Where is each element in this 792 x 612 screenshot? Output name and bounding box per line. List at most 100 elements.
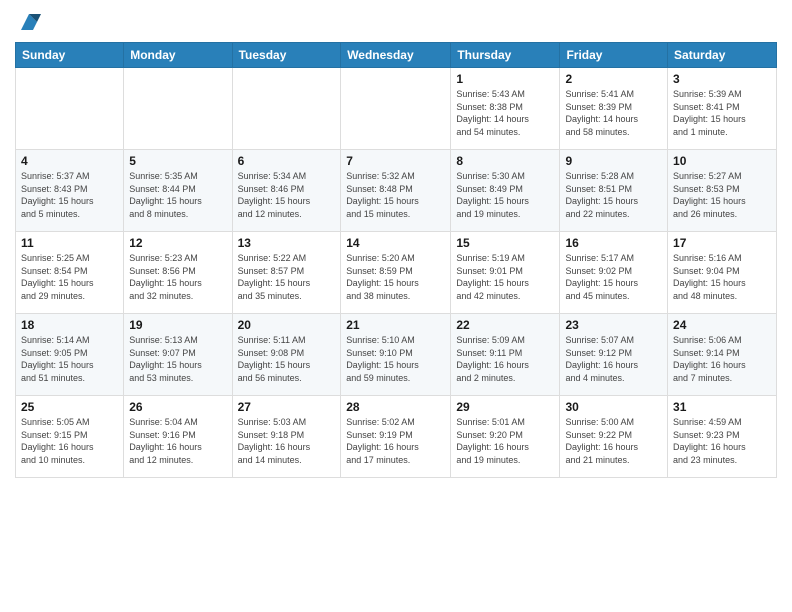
day-header-thursday: Thursday	[451, 43, 560, 68]
day-info: Sunrise: 5:14 AMSunset: 9:05 PMDaylight:…	[21, 334, 118, 384]
day-number: 8	[456, 154, 554, 168]
calendar-table: SundayMondayTuesdayWednesdayThursdayFrid…	[15, 42, 777, 478]
day-info: Sunrise: 5:00 AMSunset: 9:22 PMDaylight:…	[565, 416, 662, 466]
day-number: 28	[346, 400, 445, 414]
calendar-cell: 6 Sunrise: 5:34 AMSunset: 8:46 PMDaylight…	[232, 150, 341, 232]
day-info: Sunrise: 5:34 AMSunset: 8:46 PMDaylight:…	[238, 170, 336, 220]
day-number: 10	[673, 154, 771, 168]
day-number: 5	[129, 154, 226, 168]
calendar-cell	[341, 68, 451, 150]
day-number: 14	[346, 236, 445, 250]
day-number: 22	[456, 318, 554, 332]
logo	[15, 10, 41, 34]
calendar-cell: 17Sunrise: 5:16 AMSunset: 9:04 PMDayligh…	[668, 232, 777, 314]
day-info: Sunrise: 5:22 AMSunset: 8:57 PMDaylight:…	[238, 252, 336, 302]
calendar-cell	[16, 68, 124, 150]
day-header-sunday: Sunday	[16, 43, 124, 68]
day-header-wednesday: Wednesday	[341, 43, 451, 68]
day-number: 12	[129, 236, 226, 250]
day-info: Sunrise: 5:16 AMSunset: 9:04 PMDaylight:…	[673, 252, 771, 302]
day-number: 26	[129, 400, 226, 414]
day-number: 20	[238, 318, 336, 332]
calendar-cell: 27Sunrise: 5:03 AMSunset: 9:18 PMDayligh…	[232, 396, 341, 478]
day-info: Sunrise: 5:17 AMSunset: 9:02 PMDaylight:…	[565, 252, 662, 302]
calendar-cell: 15 Sunrise: 5:19 AMSunset: 9:01 PMDayligh…	[451, 232, 560, 314]
calendar-cell: 26 Sunrise: 5:04 AMSunset: 9:16 PMDayligh…	[124, 396, 232, 478]
day-info: Sunrise: 5:25 AMSunset: 8:54 PMDaylight:…	[21, 252, 118, 302]
day-info: Sunrise: 5:39 AMSunset: 8:41 PMDaylight:…	[673, 88, 771, 138]
day-number: 13	[238, 236, 336, 250]
calendar-cell: 18 Sunrise: 5:14 AMSunset: 9:05 PMDayligh…	[16, 314, 124, 396]
calendar-cell: 31Sunrise: 4:59 AMSunset: 9:23 PMDayligh…	[668, 396, 777, 478]
day-number: 2	[565, 72, 662, 86]
day-info: Sunrise: 5:07 AMSunset: 9:12 PMDaylight:…	[565, 334, 662, 384]
calendar-cell: 2Sunrise: 5:41 AMSunset: 8:39 PMDaylight…	[560, 68, 668, 150]
calendar-week-1: 1 Sunrise: 5:43 AMSunset: 8:38 PMDaylight…	[16, 68, 777, 150]
day-number: 16	[565, 236, 662, 250]
calendar-cell: 3 Sunrise: 5:39 AMSunset: 8:41 PMDaylight…	[668, 68, 777, 150]
day-number: 15	[456, 236, 554, 250]
calendar-cell: 9Sunrise: 5:28 AMSunset: 8:51 PMDaylight…	[560, 150, 668, 232]
day-number: 9	[565, 154, 662, 168]
calendar-cell	[232, 68, 341, 150]
day-number: 25	[21, 400, 118, 414]
day-info: Sunrise: 5:23 AMSunset: 8:56 PMDaylight:…	[129, 252, 226, 302]
day-number: 30	[565, 400, 662, 414]
calendar-cell: 22 Sunrise: 5:09 AMSunset: 9:11 PMDayligh…	[451, 314, 560, 396]
day-info: Sunrise: 5:20 AMSunset: 8:59 PMDaylight:…	[346, 252, 445, 302]
calendar-cell: 29Sunrise: 5:01 AMSunset: 9:20 PMDayligh…	[451, 396, 560, 478]
day-info: Sunrise: 5:13 AMSunset: 9:07 PMDaylight:…	[129, 334, 226, 384]
header	[15, 10, 777, 34]
calendar-cell: 13 Sunrise: 5:22 AMSunset: 8:57 PMDayligh…	[232, 232, 341, 314]
calendar-cell: 11 Sunrise: 5:25 AMSunset: 8:54 PMDayligh…	[16, 232, 124, 314]
day-header-friday: Friday	[560, 43, 668, 68]
calendar-header-row: SundayMondayTuesdayWednesdayThursdayFrid…	[16, 43, 777, 68]
calendar-cell	[124, 68, 232, 150]
calendar-cell: 8 Sunrise: 5:30 AMSunset: 8:49 PMDaylight…	[451, 150, 560, 232]
day-header-monday: Monday	[124, 43, 232, 68]
calendar-cell: 10 Sunrise: 5:27 AMSunset: 8:53 PMDayligh…	[668, 150, 777, 232]
day-info: Sunrise: 5:32 AMSunset: 8:48 PMDaylight:…	[346, 170, 445, 220]
calendar-cell: 12 Sunrise: 5:23 AMSunset: 8:56 PMDayligh…	[124, 232, 232, 314]
day-number: 4	[21, 154, 118, 168]
calendar-week-3: 11 Sunrise: 5:25 AMSunset: 8:54 PMDayligh…	[16, 232, 777, 314]
calendar-week-5: 25 Sunrise: 5:05 AMSunset: 9:15 PMDayligh…	[16, 396, 777, 478]
logo-icon	[17, 10, 41, 34]
calendar-week-4: 18 Sunrise: 5:14 AMSunset: 9:05 PMDayligh…	[16, 314, 777, 396]
day-number: 24	[673, 318, 771, 332]
day-number: 1	[456, 72, 554, 86]
calendar-cell: 1 Sunrise: 5:43 AMSunset: 8:38 PMDaylight…	[451, 68, 560, 150]
day-info: Sunrise: 4:59 AMSunset: 9:23 PMDaylight:…	[673, 416, 771, 466]
calendar-cell: 21Sunrise: 5:10 AMSunset: 9:10 PMDayligh…	[341, 314, 451, 396]
calendar-cell: 30 Sunrise: 5:00 AMSunset: 9:22 PMDayligh…	[560, 396, 668, 478]
day-info: Sunrise: 5:09 AMSunset: 9:11 PMDaylight:…	[456, 334, 554, 384]
calendar-cell: 28 Sunrise: 5:02 AMSunset: 9:19 PMDayligh…	[341, 396, 451, 478]
day-info: Sunrise: 5:27 AMSunset: 8:53 PMDaylight:…	[673, 170, 771, 220]
calendar-cell: 25 Sunrise: 5:05 AMSunset: 9:15 PMDayligh…	[16, 396, 124, 478]
day-number: 23	[565, 318, 662, 332]
day-info: Sunrise: 5:19 AMSunset: 9:01 PMDaylight:…	[456, 252, 554, 302]
day-info: Sunrise: 5:30 AMSunset: 8:49 PMDaylight:…	[456, 170, 554, 220]
day-info: Sunrise: 5:01 AMSunset: 9:20 PMDaylight:…	[456, 416, 554, 466]
day-info: Sunrise: 5:05 AMSunset: 9:15 PMDaylight:…	[21, 416, 118, 466]
calendar-cell: 7 Sunrise: 5:32 AMSunset: 8:48 PMDaylight…	[341, 150, 451, 232]
calendar-cell: 19Sunrise: 5:13 AMSunset: 9:07 PMDayligh…	[124, 314, 232, 396]
day-number: 6	[238, 154, 336, 168]
day-header-tuesday: Tuesday	[232, 43, 341, 68]
day-number: 3	[673, 72, 771, 86]
day-number: 21	[346, 318, 445, 332]
day-number: 27	[238, 400, 336, 414]
day-number: 11	[21, 236, 118, 250]
day-info: Sunrise: 5:43 AMSunset: 8:38 PMDaylight:…	[456, 88, 554, 138]
calendar-week-2: 4Sunrise: 5:37 AMSunset: 8:43 PMDaylight…	[16, 150, 777, 232]
calendar-cell: 5Sunrise: 5:35 AMSunset: 8:44 PMDaylight…	[124, 150, 232, 232]
day-info: Sunrise: 5:11 AMSunset: 9:08 PMDaylight:…	[238, 334, 336, 384]
calendar-cell: 16 Sunrise: 5:17 AMSunset: 9:02 PMDayligh…	[560, 232, 668, 314]
calendar-cell: 24Sunrise: 5:06 AMSunset: 9:14 PMDayligh…	[668, 314, 777, 396]
day-info: Sunrise: 5:02 AMSunset: 9:19 PMDaylight:…	[346, 416, 445, 466]
day-number: 18	[21, 318, 118, 332]
calendar-cell: 14 Sunrise: 5:20 AMSunset: 8:59 PMDayligh…	[341, 232, 451, 314]
day-header-saturday: Saturday	[668, 43, 777, 68]
day-info: Sunrise: 5:04 AMSunset: 9:16 PMDaylight:…	[129, 416, 226, 466]
day-number: 7	[346, 154, 445, 168]
